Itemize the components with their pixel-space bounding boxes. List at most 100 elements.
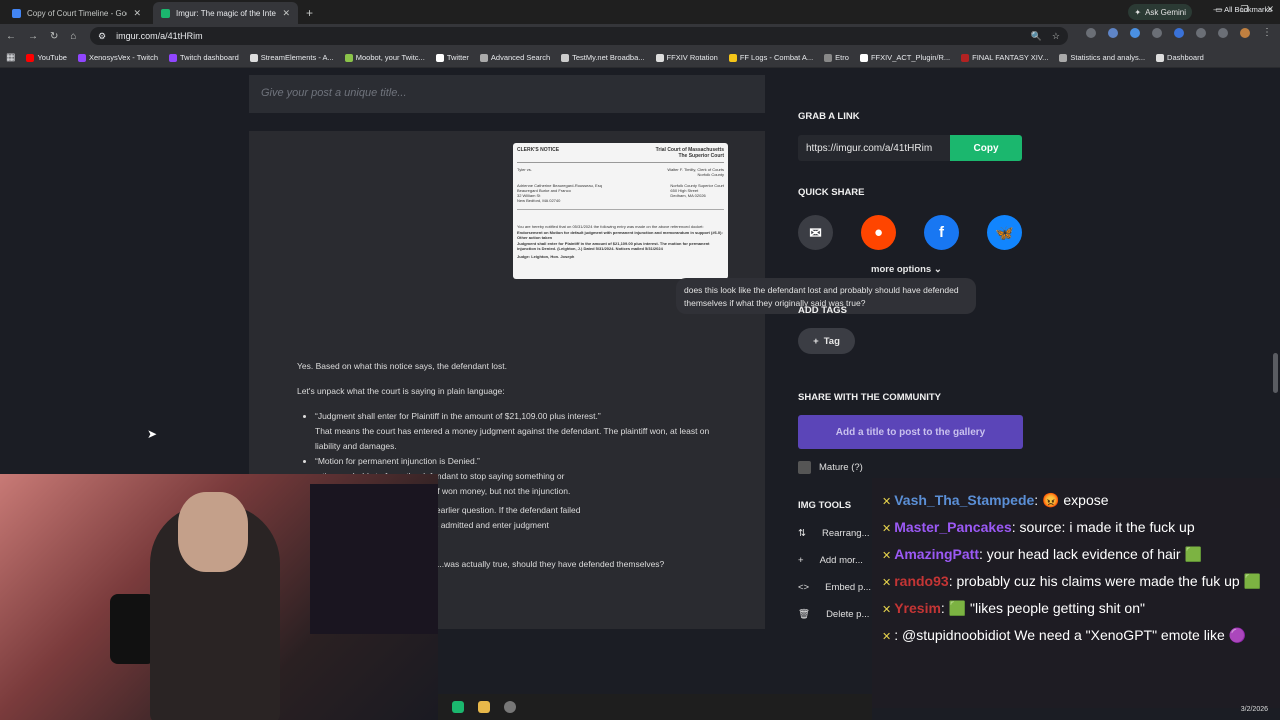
answer-paragraph: Let's unpack what the court is saying in…: [297, 386, 505, 396]
tab-imgur[interactable]: Imgur: The magic of the Intern ✕: [153, 2, 298, 24]
img-tools-heading: IMG TOOLS: [798, 500, 852, 511]
app-icon[interactable]: [452, 701, 464, 713]
rearrange-tool[interactable]: ⇅ Rearrang...: [798, 528, 870, 539]
bookmark-item[interactable]: FF Logs - Combat A...: [728, 53, 814, 62]
bookmark-label: XenosysVex - Twitch: [88, 53, 158, 62]
notice-case: Tyler vs.: [517, 167, 532, 172]
plus-icon: +: [798, 555, 804, 566]
add-more-tool[interactable]: + Add mor...: [798, 555, 863, 566]
folder-icon[interactable]: [478, 701, 490, 713]
bookmark-item[interactable]: TestMy.net Broadba...: [561, 53, 645, 62]
close-tab-icon[interactable]: ✕: [133, 8, 141, 19]
notice-body: Judgment shall enter for Plaintiff in th…: [517, 241, 710, 251]
bookmark-item[interactable]: YouTube: [26, 53, 67, 62]
bookmark-favicon-icon: [169, 53, 177, 62]
extension-icon[interactable]: [1174, 28, 1184, 38]
mature-toggle[interactable]: Mature (?): [798, 461, 863, 474]
chat-text: : source: i made it the fuck up: [1011, 519, 1195, 535]
mature-checkbox[interactable]: [798, 461, 811, 474]
chat-username[interactable]: Vash_Tha_Stampede: [894, 492, 1034, 508]
new-tab-button[interactable]: +: [306, 6, 313, 20]
extension-icon[interactable]: [1108, 28, 1118, 38]
link-url-field[interactable]: https://imgur.com/a/41tHRim: [798, 135, 950, 161]
extension-icon[interactable]: [1086, 28, 1096, 38]
delete-tool[interactable]: 🗑 Delete p...: [798, 609, 869, 620]
bookmark-item[interactable]: Advanced Search: [479, 53, 550, 62]
extension-icon[interactable]: [1130, 28, 1140, 38]
answer-paragraph: Yes. Based on what this notice says, the…: [297, 361, 507, 371]
bookmark-item[interactable]: Moobot, your Twitc...: [344, 53, 425, 62]
bookmark-favicon-icon: [435, 53, 444, 62]
puzzle-icon[interactable]: [1196, 28, 1206, 38]
more-options-button[interactable]: more options ⌄: [871, 264, 942, 275]
post-to-gallery-button[interactable]: Add a title to post to the gallery: [798, 415, 1023, 449]
page-scrollbar[interactable]: [1273, 353, 1278, 393]
profile-avatar[interactable]: [1240, 28, 1250, 38]
site-info-icon[interactable]: ⚙: [98, 31, 106, 42]
chat-username[interactable]: Yresim: [894, 600, 941, 616]
chat-username[interactable]: rando93: [894, 573, 948, 589]
bookmark-star-icon[interactable]: ☆: [1052, 31, 1060, 42]
answer-bullet: “Judgment shall enter for Plaintiff in t…: [315, 409, 727, 454]
add-tag-button[interactable]: + Tag: [798, 328, 855, 354]
bookmark-label: FF Logs - Combat A...: [739, 53, 814, 62]
copy-link-button[interactable]: Copy: [950, 135, 1022, 161]
gemini-icon: ✦: [1134, 7, 1142, 17]
notice-body: Endorsement on Motion for default judgme…: [517, 230, 723, 240]
bookmark-label: StreamElements - A...: [260, 53, 334, 62]
chat-username[interactable]: Master_Pancakes: [894, 519, 1012, 535]
bookmark-item[interactable]: FINAL FANTASY XIV...: [961, 53, 1048, 62]
reddit-share-icon[interactable]: ●: [861, 215, 896, 250]
embed-tool[interactable]: <> Embed p...: [798, 582, 871, 593]
tool-label: Add mor...: [819, 555, 863, 566]
extension-icon[interactable]: [1152, 28, 1162, 38]
chat-text: : 😡 expose: [1034, 492, 1109, 508]
bookmark-item[interactable]: Etro: [824, 53, 849, 62]
reload-icon[interactable]: ↻: [50, 31, 58, 42]
close-tab-icon[interactable]: ✕: [282, 8, 290, 19]
post-title-input[interactable]: Give your post a unique title...: [249, 75, 765, 113]
chat-badge-icon: ✕: [882, 604, 892, 616]
app-icon[interactable]: [504, 701, 516, 713]
bullet-quote: “Motion for permanent injunction is Deni…: [315, 456, 480, 466]
notice-court-addr: Dedham, MA 02026: [670, 193, 706, 198]
facebook-share-icon[interactable]: f: [924, 215, 959, 250]
background-shelf: [310, 484, 438, 634]
ask-gemini-button[interactable]: ✦ Ask Gemini: [1128, 4, 1192, 20]
bluesky-share-icon[interactable]: 🦋: [987, 215, 1022, 250]
bookmark-item[interactable]: FFXIV Rotation: [655, 53, 718, 62]
webcam-overlay: [0, 474, 438, 720]
all-bookmarks[interactable]: ▭ All Bookmarks: [1215, 5, 1272, 14]
bookmark-label: Moobot, your Twitc...: [355, 53, 425, 62]
tab-court-timeline[interactable]: Copy of Court Timeline - Goog ✕: [4, 2, 149, 24]
bullet-text: That means the court has entered a money…: [315, 426, 710, 451]
notice-judge: Judge: Leighton, Hon. Joseph: [517, 254, 575, 259]
chat-message: ✕: @stupidnoobidiot We need a "XenoGPT" …: [882, 625, 1270, 648]
bookmark-item[interactable]: Statistics and analys...: [1059, 53, 1145, 62]
tool-label: Rearrang...: [821, 528, 870, 539]
browser-tab-bar: Copy of Court Timeline - Goog ✕ Imgur: T…: [0, 0, 1280, 24]
download-icon[interactable]: [1218, 28, 1228, 38]
forward-icon[interactable]: →: [28, 31, 38, 42]
plus-icon: +: [813, 335, 819, 347]
chat-message: ✕ Master_Pancakes: source: i made it the …: [882, 517, 1270, 540]
bookmark-item[interactable]: Dashboard: [1156, 53, 1204, 62]
email-share-icon[interactable]: ✉: [798, 215, 833, 250]
zoom-icon[interactable]: 🔍: [1031, 31, 1042, 42]
back-icon[interactable]: ←: [6, 31, 16, 42]
bookmark-item[interactable]: Twitch dashboard: [169, 53, 239, 62]
bookmark-item[interactable]: Twitter: [435, 53, 469, 62]
chat-username[interactable]: AmazingPatt: [894, 546, 979, 562]
address-bar[interactable]: ⚙ imgur.com/a/41tHRim 🔍 ☆: [90, 27, 1068, 45]
bookmark-favicon-icon: [1059, 53, 1068, 62]
home-icon[interactable]: ⌂: [70, 31, 76, 42]
bookmark-item[interactable]: FFXIV_ACT_Plugin/R...: [859, 53, 950, 62]
bookmark-item[interactable]: XenosysVex - Twitch: [77, 53, 158, 62]
bookmark-label: Twitter: [446, 53, 469, 62]
all-bookmarks-label: All Bookmarks: [1224, 5, 1272, 14]
apps-grid-icon[interactable]: ▦: [6, 52, 15, 63]
menu-icon[interactable]: ⋮: [1262, 28, 1272, 38]
url-text: imgur.com/a/41tHRim: [116, 31, 203, 41]
bookmark-item[interactable]: StreamElements - A...: [249, 53, 334, 62]
chat-badge-icon: ✕: [882, 631, 892, 643]
